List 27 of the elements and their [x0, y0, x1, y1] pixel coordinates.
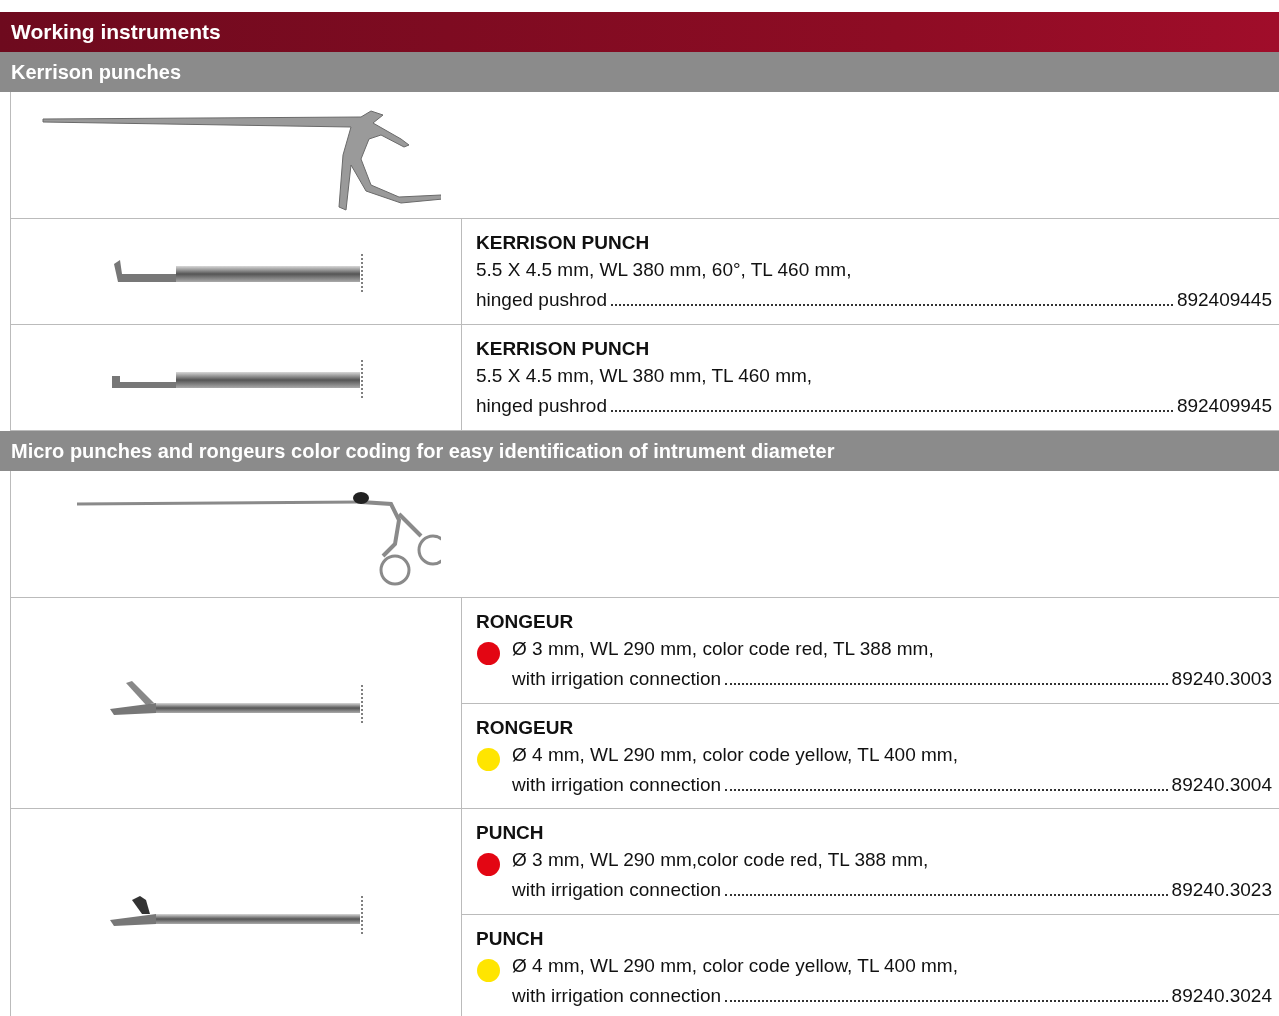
header-bar: Working instruments	[0, 12, 1279, 52]
product-name: KERRISON PUNCH	[476, 231, 651, 255]
article-number: 892409445	[1176, 288, 1272, 312]
product-name: RONGEUR	[476, 716, 575, 740]
product-spec: Ø 4 mm, WL 290 mm, color code yellow, TL 400 mm,	[512, 954, 959, 978]
article-number: 89240.3004	[1171, 773, 1272, 797]
product-spec: with irrigation connection	[512, 878, 722, 902]
product-name: PUNCH	[476, 927, 545, 951]
product-spec: hinged pushrod	[476, 288, 607, 312]
article-number: 89240.3024	[1171, 984, 1272, 1008]
product-spec: 5.5 X 4.5 mm, WL 380 mm, 60°, TL 460 mm,	[476, 258, 853, 282]
product-spec: Ø 4 mm, WL 290 mm, color code yellow, TL 400 mm,	[512, 743, 959, 767]
article-number: 89240.3023	[1171, 878, 1272, 902]
product-spec: with irrigation connection	[512, 984, 722, 1008]
product-spec: Ø 3 mm, WL 290 mm, color code red, TL 388 mm,	[512, 637, 935, 661]
product-spec: hinged pushrod	[476, 394, 607, 418]
product-name: RONGEUR	[476, 610, 575, 634]
product-name: PUNCH	[476, 821, 545, 845]
product-spec: 5.5 X 4.5 mm, WL 380 mm, TL 460 mm,	[476, 364, 814, 388]
article-number: 89240.3003	[1171, 667, 1272, 691]
product-spec: with irrigation connection	[512, 773, 722, 797]
product-spec: Ø 3 mm, WL 290 mm,color code red, TL 388 mm,	[512, 848, 930, 872]
article-number: 892409945	[1176, 394, 1272, 418]
section-header: Kerrison punches	[0, 52, 1279, 92]
section-header: Micro punches and rongeurs color coding for easy identification of intrument diameter	[0, 431, 1279, 471]
product-spec: with irrigation connection	[512, 667, 722, 691]
product-name: KERRISON PUNCH	[476, 337, 651, 361]
